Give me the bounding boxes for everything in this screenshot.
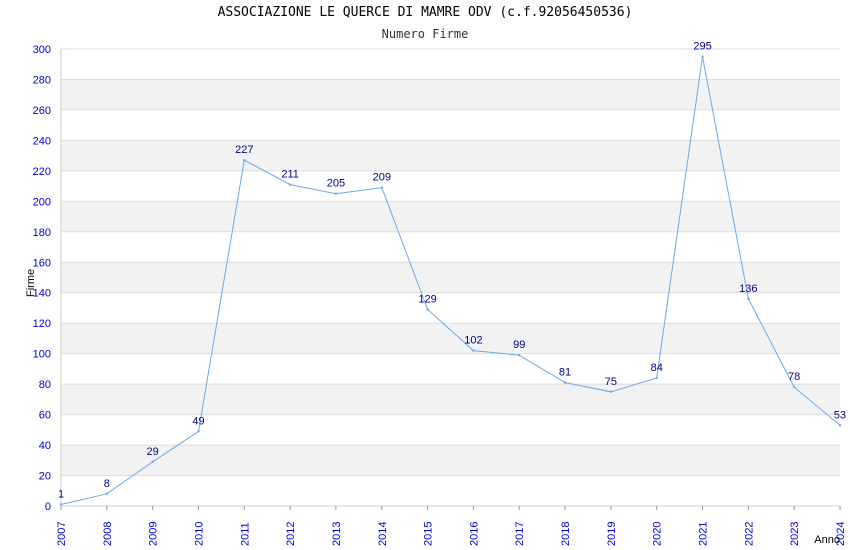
data-point xyxy=(380,186,383,189)
data-label: 227 xyxy=(235,144,253,156)
data-label: 84 xyxy=(651,362,663,374)
x-axis-title: Anno xyxy=(814,534,840,546)
data-label: 99 xyxy=(513,339,525,351)
data-point xyxy=(747,297,750,301)
x-tick-label: 2019 xyxy=(606,522,618,546)
data-label: 295 xyxy=(693,41,711,53)
data-point xyxy=(105,492,109,496)
data-point xyxy=(609,390,613,393)
x-tick-label: 2007 xyxy=(56,522,68,546)
data-point xyxy=(197,430,200,433)
x-tick-label: 2010 xyxy=(193,522,205,546)
data-label: 49 xyxy=(192,415,204,427)
data-label: 1 xyxy=(58,488,64,500)
x-tick-label: 2009 xyxy=(148,522,160,546)
y-tick-label: 200 xyxy=(33,196,51,208)
data-label: 136 xyxy=(739,283,757,295)
y-tick-label: 80 xyxy=(39,379,51,391)
data-label: 102 xyxy=(464,335,482,347)
data-label: 29 xyxy=(147,446,159,458)
y-tick-label: 20 xyxy=(39,471,51,483)
chart: ASSOCIAZIONE LE QUERCE DI MAMRE ODV (c.f… xyxy=(0,0,850,550)
data-point xyxy=(59,503,63,506)
data-label: 78 xyxy=(788,371,800,383)
y-tick-label: 40 xyxy=(39,440,51,452)
x-tick-label: 2021 xyxy=(698,522,710,546)
y-tick-label: 300 xyxy=(33,44,51,56)
data-point xyxy=(288,183,292,186)
data-point xyxy=(792,385,796,389)
x-tick-label: 2011 xyxy=(239,522,251,546)
data-point xyxy=(243,159,246,162)
data-label: 75 xyxy=(605,376,617,388)
data-point xyxy=(518,353,521,357)
data-point xyxy=(426,308,429,311)
x-tick-label: 2022 xyxy=(743,522,755,546)
data-point xyxy=(472,349,475,352)
data-label: 129 xyxy=(418,293,436,305)
y-tick-label: 0 xyxy=(45,501,51,513)
grid-band xyxy=(61,79,840,110)
data-label: 8 xyxy=(104,478,110,490)
y-tick-label: 100 xyxy=(33,349,51,361)
data-label: 81 xyxy=(559,367,571,379)
x-tick-label: 2008 xyxy=(102,522,114,546)
y-tick-label: 280 xyxy=(33,74,51,86)
y-tick-label: 60 xyxy=(39,410,51,422)
grid-band xyxy=(61,323,840,354)
data-point xyxy=(655,376,658,380)
plot-area: 0204060801001201401601802002202402602803… xyxy=(25,41,847,546)
x-tick-label: 2015 xyxy=(423,522,435,546)
x-tick-label: 2023 xyxy=(789,522,801,546)
grid-band xyxy=(61,445,840,476)
data-point xyxy=(334,192,338,195)
data-point xyxy=(838,424,842,427)
y-tick-label: 240 xyxy=(33,135,51,147)
y-tick-label: 260 xyxy=(33,105,51,117)
x-tick-label: 2012 xyxy=(285,522,297,546)
data-label: 209 xyxy=(373,172,391,184)
data-point xyxy=(563,381,567,384)
y-axis-title: Firme xyxy=(25,269,37,297)
data-point xyxy=(151,460,154,464)
grid-band xyxy=(61,262,840,293)
x-tick-label: 2014 xyxy=(377,522,389,546)
grid-band xyxy=(61,384,840,415)
data-point xyxy=(701,55,704,58)
y-tick-label: 160 xyxy=(33,257,51,269)
x-tick-label: 2020 xyxy=(652,522,664,546)
x-tick-label: 2017 xyxy=(514,522,526,546)
x-tick-label: 2013 xyxy=(331,522,343,546)
x-tick-label: 2018 xyxy=(560,522,572,546)
x-tick-label: 2016 xyxy=(468,522,480,546)
data-label: 205 xyxy=(327,178,345,190)
y-tick-label: 220 xyxy=(33,166,51,178)
data-label: 211 xyxy=(281,169,299,181)
data-label: 53 xyxy=(834,409,846,421)
y-tick-label: 180 xyxy=(33,227,51,239)
grid-band xyxy=(61,201,840,232)
y-tick-label: 120 xyxy=(33,318,51,330)
